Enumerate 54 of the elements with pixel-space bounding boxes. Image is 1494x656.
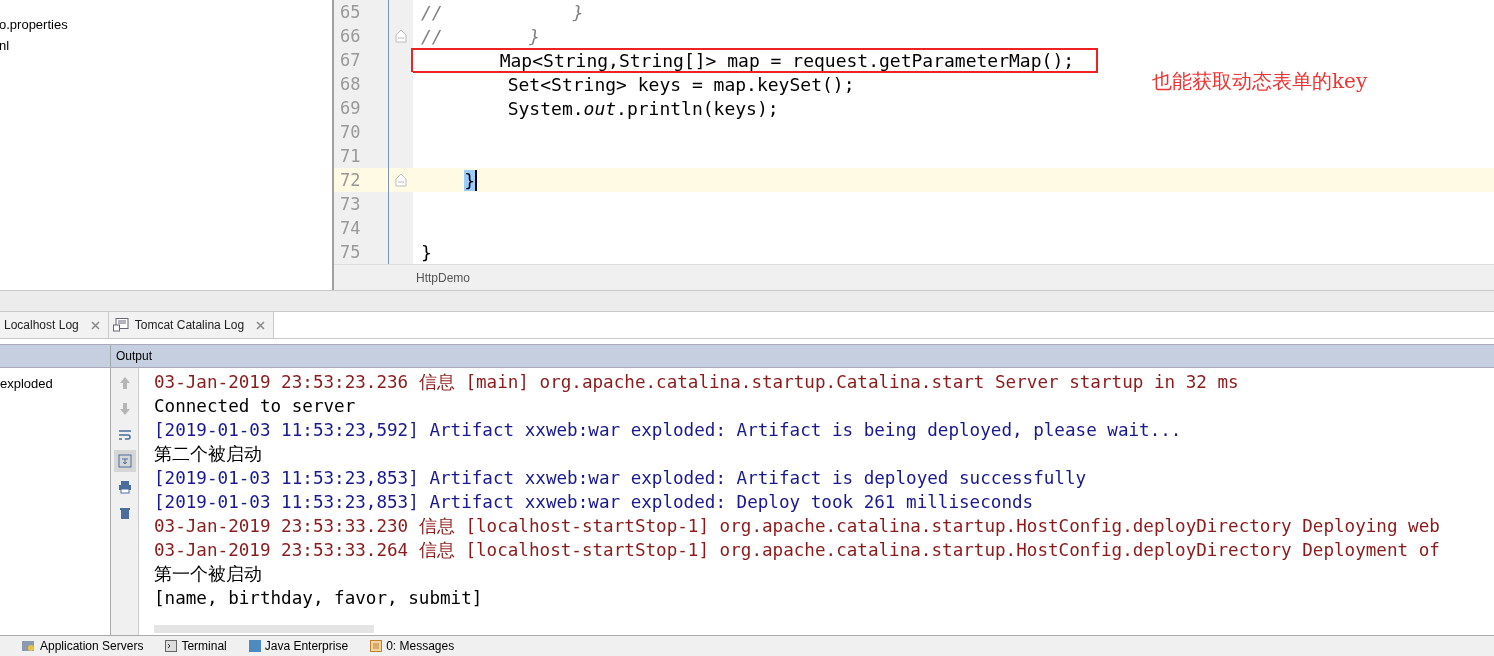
scrollbar-thumb[interactable] bbox=[154, 625, 374, 633]
log-file-icon bbox=[112, 318, 129, 332]
tree-item[interactable]: nl bbox=[0, 38, 332, 53]
line-number: 66 bbox=[334, 24, 388, 48]
line-number: 68 bbox=[334, 72, 388, 96]
console-tool-button[interactable] bbox=[113, 450, 136, 472]
console-line: [2019-01-03 11:53:23,853] Artifact xxweb:war exploded: Deploy took 261 milliseconds bbox=[154, 491, 1035, 514]
console-line: 03-Jan-2019 23:53:33.264 信息 [localhost-startStop-1] org.apache.catalina.startup.HostConfig.deployDirectory Deployment of bbox=[154, 539, 1441, 562]
wrap-icon bbox=[117, 429, 132, 441]
close-icon[interactable] bbox=[90, 320, 100, 330]
console-line: 第一个被启动 bbox=[154, 563, 263, 586]
line-number: 70 bbox=[334, 120, 388, 144]
line-number: 73 bbox=[334, 192, 388, 216]
console-line: [name, birthday, favor, submit] bbox=[154, 587, 484, 610]
line-number: 74 bbox=[334, 216, 388, 240]
fold-marker-icon[interactable] bbox=[395, 29, 407, 43]
console-line: 03-Jan-2019 23:53:33.230 信息 [localhost-startStop-1] org.apache.catalina.startup.HostConfig.deployDirectory Deploying web bbox=[154, 515, 1441, 538]
line-number: 71 bbox=[334, 144, 388, 168]
console-line: [2019-01-03 11:53:23,853] Artifact xxweb:war exploded: Artifact is deployed successfully bbox=[154, 467, 1088, 490]
tool-window-tab[interactable]: Java Enterprise bbox=[248, 639, 349, 653]
code-line: Set<String> keys = map.keySet(); bbox=[506, 72, 856, 97]
breadcrumb[interactable]: HttpDemo bbox=[416, 270, 471, 285]
annotation-text: 也能获取动态表单的key bbox=[1152, 68, 1368, 95]
line-number: 69 bbox=[334, 96, 388, 120]
line-number: 75 bbox=[334, 240, 388, 264]
code-line: // } bbox=[420, 0, 585, 25]
output-header: Output bbox=[115, 348, 153, 365]
log-tab[interactable]: Tomcat Catalina Log bbox=[108, 312, 275, 338]
server-icon bbox=[22, 640, 36, 652]
line-number: 65 bbox=[334, 0, 388, 24]
line-number: 67 bbox=[334, 48, 388, 72]
arrow-down-icon bbox=[118, 402, 131, 416]
terminal-icon bbox=[165, 640, 178, 652]
code-line: // } bbox=[420, 24, 542, 49]
code-line: } bbox=[420, 240, 433, 265]
fold-marker-icon[interactable] bbox=[395, 173, 407, 187]
arrow-up-icon bbox=[118, 376, 131, 390]
close-icon[interactable] bbox=[256, 320, 266, 330]
tool-window-tab[interactable]: Terminal bbox=[165, 639, 227, 653]
trash-icon bbox=[118, 506, 131, 520]
log-tab[interactable]: Localhost Log bbox=[0, 312, 109, 338]
printer-icon bbox=[117, 480, 132, 494]
cube-icon bbox=[248, 640, 261, 652]
code-line: System.out.println(keys); bbox=[506, 96, 780, 121]
tool-window-tab[interactable]: Application Servers bbox=[22, 639, 144, 653]
console-line: [2019-01-03 11:53:23,592] Artifact xxweb:war exploded: Artifact is being deployed, please wait... bbox=[154, 419, 1183, 442]
console-line: Connected to server bbox=[154, 395, 357, 418]
messages-icon bbox=[370, 640, 383, 652]
console-line: 第二个被启动 bbox=[154, 443, 263, 466]
console-line: 03-Jan-2019 23:53:23.236 信息 [main] org.apache.catalina.startup.Catalina.start Server startup in 32 ms bbox=[154, 371, 1240, 394]
tool-window-tab[interactable]: 0: Messages bbox=[370, 639, 455, 653]
tree-item[interactable]: o.properties bbox=[0, 17, 332, 32]
deployment-item[interactable]: exploded bbox=[0, 376, 53, 391]
scroll-to-end-icon bbox=[117, 454, 132, 468]
